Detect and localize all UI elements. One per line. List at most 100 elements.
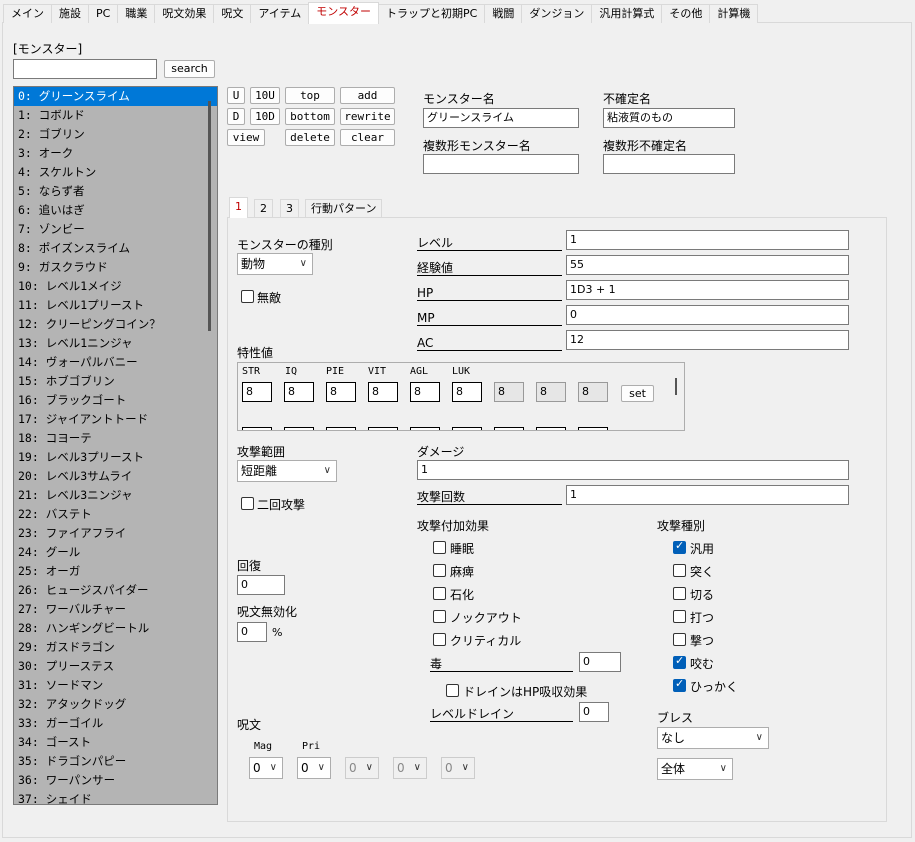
list-item[interactable]: 3: オーク [14,144,217,163]
list-item[interactable]: 27: ワーバルチャー [14,600,217,619]
list-item[interactable]: 14: ヴォーパルバニー [14,353,217,372]
tab-9[interactable]: 戦闘 [484,4,523,23]
effect-checkbox[interactable] [433,541,446,554]
list-item[interactable]: 31: ソードマン [14,676,217,695]
ac-field[interactable]: 12 [566,330,849,350]
damage-field[interactable]: 1 [417,460,849,480]
stat-str-field[interactable]: 8 [242,382,272,402]
up10-button[interactable]: 10U [250,87,280,104]
drain-hp-checkbox[interactable] [446,684,459,697]
breath-target-select[interactable]: 全体 ∨ [657,758,733,780]
attack-type-checkbox[interactable] [673,539,686,554]
breath-select[interactable]: なし ∨ [657,727,769,749]
tab-10[interactable]: ダンジョン [521,4,593,23]
attack-type-checkbox[interactable] [673,564,686,577]
plural-name-field[interactable] [423,154,579,174]
invincible-checkbox[interactable] [241,290,254,303]
tab-12[interactable]: その他 [661,4,711,23]
list-item[interactable]: 0: グリーンスライム [14,87,217,106]
add-button[interactable]: add [340,87,395,104]
tab-5[interactable]: 呪文 [213,4,252,23]
monster-list[interactable]: 0: グリーンスライム 1: コボルド 2: ゴブリン 3: オーク 4: スケルトン 5… [13,86,218,805]
list-item[interactable]: 4: スケルトン [14,163,217,182]
kind-select[interactable]: 動物 ∨ [237,253,313,275]
effect-checkbox[interactable] [433,633,446,646]
exp-field[interactable]: 55 [566,255,849,275]
list-item[interactable]: 23: ファイアフライ [14,524,217,543]
list-item[interactable]: 37: シェイド [14,790,217,804]
mp-field[interactable]: 0 [566,305,849,325]
list-item[interactable]: 5: ならず者 [14,182,217,201]
traits-scrollbar-thumb[interactable] [675,378,677,395]
attack-type-checkbox[interactable] [673,633,686,646]
attack-type-checkbox[interactable] [673,610,686,623]
down-button[interactable]: D [227,108,245,125]
list-item[interactable]: 19: レベル3プリースト [14,448,217,467]
list-item[interactable]: 36: ワーパンサー [14,771,217,790]
delete-button[interactable]: delete [285,129,335,146]
list-item[interactable]: 26: ヒュージスパイダー [14,581,217,600]
tab-page-2[interactable]: 2 [254,199,273,217]
list-item[interactable]: 11: レベル1プリースト [14,296,217,315]
list-item[interactable]: 9: ガスクラウド [14,258,217,277]
stat-vit-field[interactable]: 8 [368,382,398,402]
list-item[interactable]: 25: オーガ [14,562,217,581]
tab-7[interactable]: モンスター [308,2,380,24]
list-item[interactable]: 22: バステト [14,505,217,524]
double-attack-checkbox[interactable] [241,497,254,510]
tab-3[interactable]: 職業 [117,4,156,23]
uncertain-name-field[interactable]: 粘液質のもの [603,108,735,128]
list-item[interactable]: 16: ブラックゴート [14,391,217,410]
tab-13[interactable]: 計算機 [709,4,759,23]
tab-2[interactable]: PC [88,4,119,23]
bottom-button[interactable]: bottom [285,108,335,125]
nullify-field[interactable]: 0 [237,622,267,642]
stat-luk-field[interactable]: 8 [452,382,482,402]
list-item[interactable]: 18: コヨーテ [14,429,217,448]
up-button[interactable]: U [227,87,245,104]
list-item[interactable]: 12: クリーピングコイン？ [14,315,217,334]
mag-select[interactable]: 0 ∨ [249,757,283,779]
list-item[interactable]: 17: ジャイアントトード [14,410,217,429]
list-item[interactable]: 29: ガスドラゴン [14,638,217,657]
list-item[interactable]: 15: ホブゴブリン [14,372,217,391]
list-item[interactable]: 6: 追いはぎ [14,201,217,220]
level-field[interactable]: 1 [566,230,849,250]
tab-1[interactable]: 施設 [51,4,89,23]
list-item[interactable]: 33: ガーゴイル [14,714,217,733]
rewrite-button[interactable]: rewrite [340,108,395,125]
hp-field[interactable]: 1D3 + 1 [566,280,849,300]
top-button[interactable]: top [285,87,335,104]
tab-4[interactable]: 呪文効果 [154,4,215,23]
list-item[interactable]: 2: ゴブリン [14,125,217,144]
search-button[interactable]: search [164,60,215,78]
list-item[interactable]: 35: ドラゴンパピー [14,752,217,771]
list-item[interactable]: 34: ゴースト [14,733,217,752]
attack-type-checkbox[interactable] [673,587,686,600]
list-item[interactable]: 13: レベル1ニンジャ [14,334,217,353]
name-field[interactable]: グリーンスライム [423,108,579,128]
list-item[interactable]: 20: レベル3サムライ [14,467,217,486]
tab-0[interactable]: メイン [3,4,52,23]
list-item[interactable]: 21: レベル3ニンジャ [14,486,217,505]
tab-page-1[interactable]: 1 [229,197,248,218]
stat-iq-field[interactable]: 8 [284,382,314,402]
list-scrollbar-thumb[interactable] [208,101,211,331]
tab-8[interactable]: トラップと初期PC [378,4,486,23]
plural-uncertain-name-field[interactable] [603,154,735,174]
search-input[interactable] [13,59,157,79]
clear-button[interactable]: clear [340,129,395,146]
tab-11[interactable]: 汎用計算式 [591,4,663,23]
stat-agl-field[interactable]: 8 [410,382,440,402]
effect-checkbox[interactable] [433,610,446,623]
effect-checkbox[interactable] [433,564,446,577]
poison-field[interactable]: 0 [579,652,621,672]
attack-type-checkbox[interactable] [673,654,686,669]
tab-behavior-pattern[interactable]: 行動パターン [305,199,383,217]
tab-6[interactable]: アイテム [250,4,310,23]
view-button[interactable]: view [227,129,265,146]
effect-checkbox[interactable] [433,587,446,600]
range-select[interactable]: 短距離 ∨ [237,460,337,482]
list-item[interactable]: 7: ゾンビー [14,220,217,239]
list-item[interactable]: 1: コボルド [14,106,217,125]
